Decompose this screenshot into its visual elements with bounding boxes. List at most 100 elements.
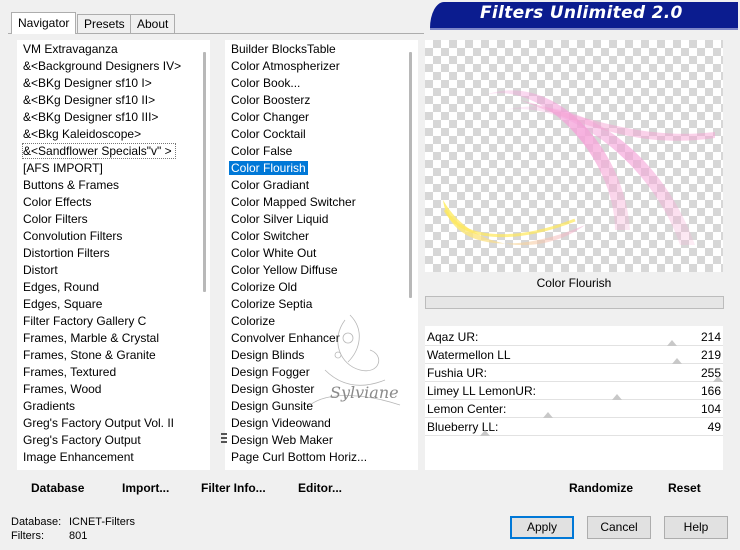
filter-item[interactable]: Design Fogger <box>225 364 418 381</box>
cancel-button[interactable]: Cancel <box>587 516 651 539</box>
filter-item[interactable]: Colorize <box>225 313 418 330</box>
reset-button[interactable]: Reset <box>668 481 701 495</box>
filter-item[interactable]: Color Book... <box>225 75 418 92</box>
database-button[interactable]: Database <box>31 481 84 495</box>
filter-item-label: Color Changer <box>231 110 310 124</box>
category-item[interactable]: Greg's Factory Output Vol. II <box>17 415 210 432</box>
filter-item-label: Design Blinds <box>231 348 305 362</box>
category-item[interactable]: Image Enhancement <box>17 449 210 466</box>
category-item[interactable]: Frames, Marble & Crystal <box>17 330 210 347</box>
category-item[interactable]: [AFS IMPORT] <box>17 160 210 177</box>
param-slider[interactable]: Watermellon LL 219 <box>425 346 723 364</box>
filter-item[interactable]: Color Silver Liquid <box>225 211 418 228</box>
param-label: Watermellon LL <box>427 348 511 362</box>
filter-item[interactable]: Color Mapped Switcher <box>225 194 418 211</box>
category-item-label: Frames, Textured <box>23 365 117 379</box>
category-list[interactable]: VM Extravaganza &<Background Designers IV… <box>17 40 210 470</box>
filter-item-label: Design Gunsite <box>231 399 314 413</box>
category-item[interactable]: Frames, Wood <box>17 381 210 398</box>
category-item[interactable]: &<Sandflower Specials"v" > <box>17 143 210 160</box>
status-filters-label: Filters: <box>11 530 44 542</box>
drag-grip-icon <box>221 433 227 443</box>
filter-item[interactable]: Color Flourish <box>225 160 418 177</box>
filter-item[interactable]: Colorize Septia <box>225 296 418 313</box>
filter-item[interactable]: Color White Out <box>225 245 418 262</box>
filter-item[interactable]: Color Boosterz <box>225 92 418 109</box>
category-item[interactable]: Distort <box>17 262 210 279</box>
status-database-label: Database: <box>11 516 62 528</box>
editor-button[interactable]: Editor... <box>298 481 342 495</box>
filter-item[interactable]: Color Switcher <box>225 228 418 245</box>
category-item[interactable]: Filter Factory Gallery C <box>17 313 210 330</box>
filter-item[interactable]: Design Gunsite <box>225 398 418 415</box>
filter-item[interactable]: Design Blinds <box>225 347 418 364</box>
category-item[interactable]: &<BKg Designer sf10 III> <box>17 109 210 126</box>
status-filters-value: 801 <box>69 530 88 542</box>
filter-item[interactable]: Design Videowand <box>225 415 418 432</box>
category-item[interactable]: Edges, Round <box>17 279 210 296</box>
filter-item-label: Color Cocktail <box>231 127 306 141</box>
category-item[interactable]: &<Bkg Kaleidoscope> <box>17 126 210 143</box>
category-item[interactable]: Color Effects <box>17 194 210 211</box>
filter-item[interactable]: Color False <box>225 143 418 160</box>
filter-item[interactable]: Design Web Maker <box>225 432 418 449</box>
category-item[interactable]: Frames, Stone & Granite <box>17 347 210 364</box>
filter-item[interactable]: Color Gradiant <box>225 177 418 194</box>
preview-image <box>425 40 723 272</box>
filter-list[interactable]: Builder BlocksTable Color Atmospherizer Co… <box>225 40 418 470</box>
category-item[interactable]: Convolution Filters <box>17 228 210 245</box>
category-item[interactable]: &<BKg Designer sf10 II> <box>17 92 210 109</box>
filter-item-label: Colorize <box>231 314 276 328</box>
param-track[interactable] <box>425 435 723 436</box>
category-item-label: &<Bkg Kaleidoscope> <box>23 127 142 141</box>
filter-item[interactable]: Color Cocktail <box>225 126 418 143</box>
filter-item[interactable]: Colorize Old <box>225 279 418 296</box>
filter-item[interactable]: Convolver Enhancer <box>225 330 418 347</box>
param-slider[interactable]: Limey LL LemonUR: 166 <box>425 382 723 400</box>
category-item-label: &<Background Designers IV> <box>23 59 182 73</box>
filter-item[interactable]: Builder BlocksTable <box>225 41 418 58</box>
category-item[interactable]: Gradients <box>17 398 210 415</box>
filter-item[interactable]: Color Atmospherizer <box>225 58 418 75</box>
param-label: Aqaz UR: <box>427 330 479 344</box>
category-item[interactable]: Distortion Filters <box>17 245 210 262</box>
filter-info-button[interactable]: Filter Info... <box>201 481 266 495</box>
tab-presets[interactable]: Presets <box>77 14 132 33</box>
category-item-label: Distort <box>23 263 58 277</box>
filter-item-label: Color False <box>231 144 293 158</box>
filter-item[interactable]: Color Changer <box>225 109 418 126</box>
category-item-label: &<Sandflower Specials"v" > <box>22 143 176 159</box>
category-item[interactable]: Frames, Textured <box>17 364 210 381</box>
param-value: 214 <box>700 330 721 344</box>
category-item[interactable]: Color Filters <box>17 211 210 228</box>
category-item[interactable]: &<Background Designers IV> <box>17 58 210 75</box>
category-item[interactable]: Edges, Square <box>17 296 210 313</box>
filter-list-scrollbar[interactable] <box>409 52 412 298</box>
category-item[interactable]: Buttons & Frames <box>17 177 210 194</box>
category-item[interactable]: VM Extravaganza <box>17 41 210 58</box>
param-thumb[interactable] <box>480 430 490 436</box>
param-slider[interactable]: Blueberry LL: 49 <box>425 418 723 436</box>
param-label: Lemon Center: <box>427 402 507 416</box>
randomize-button[interactable]: Randomize <box>569 481 633 495</box>
category-item-label: Color Effects <box>23 195 92 209</box>
param-label: Fushia UR: <box>427 366 488 380</box>
category-item-label: VM Extravaganza <box>23 42 118 56</box>
category-item-label: Frames, Marble & Crystal <box>23 331 160 345</box>
category-list-scrollbar[interactable] <box>203 52 206 292</box>
import-button[interactable]: Import... <box>122 481 169 495</box>
app-title: Filters Unlimited 2.0 <box>480 3 683 23</box>
tab-navigator[interactable]: Navigator <box>11 12 77 34</box>
filter-item[interactable]: Page Curl Bottom Horiz... <box>225 449 418 466</box>
tab-about[interactable]: About <box>130 14 176 33</box>
param-slider[interactable]: Fushia UR: 255 <box>425 364 723 382</box>
filter-item[interactable]: Design Ghoster <box>225 381 418 398</box>
param-slider[interactable]: Lemon Center: 104 <box>425 400 723 418</box>
category-item[interactable]: &<BKg Designer sf10 I> <box>17 75 210 92</box>
param-slider[interactable]: Aqaz UR: 214 <box>425 328 723 346</box>
category-item[interactable]: Greg's Factory Output <box>17 432 210 449</box>
apply-button[interactable]: Apply <box>510 516 574 539</box>
help-button[interactable]: Help <box>664 516 728 539</box>
status-filters: Filters: 801 <box>11 530 87 542</box>
filter-item[interactable]: Color Yellow Diffuse <box>225 262 418 279</box>
